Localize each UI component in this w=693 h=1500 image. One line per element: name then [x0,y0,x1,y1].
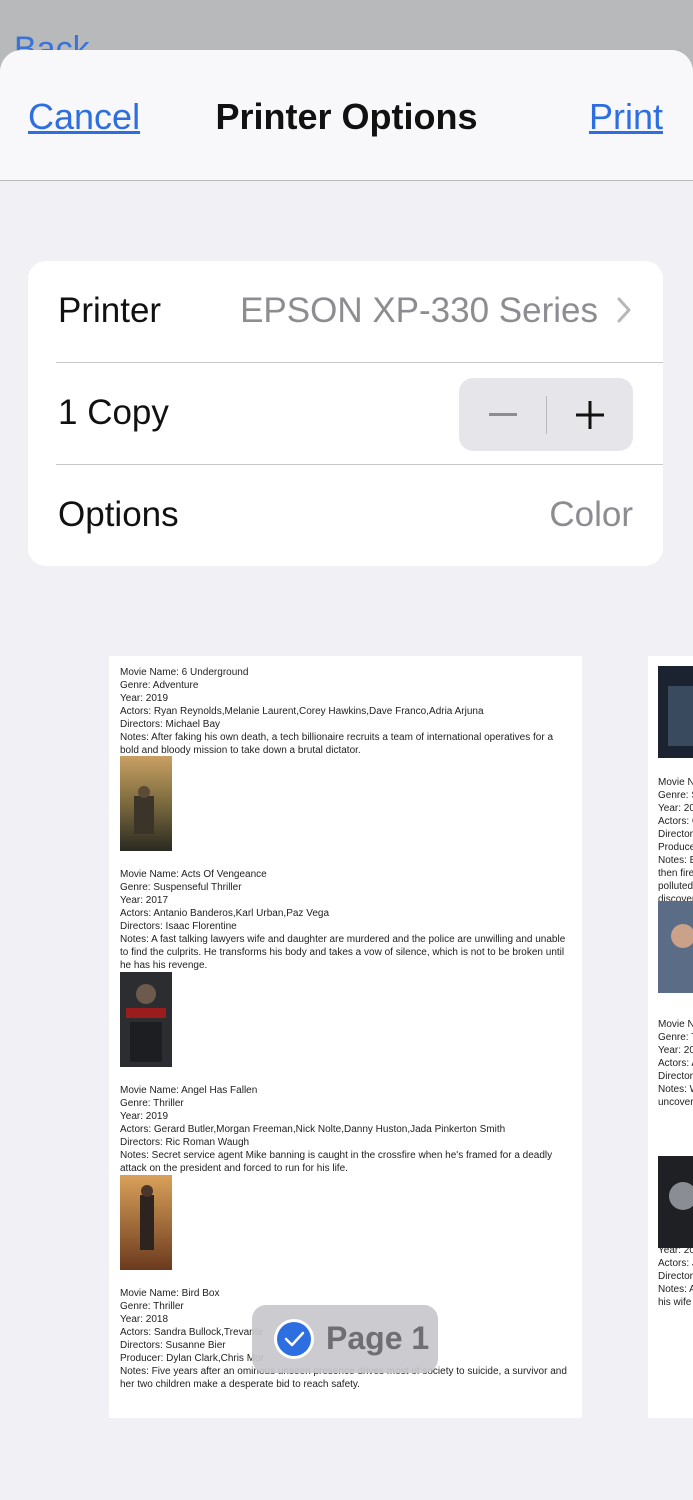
next-page-line: Notes: A [658,1284,693,1295]
copies-stepper [459,378,633,451]
movie-name: Movie Name: 6 Underground [120,667,249,678]
page-preview-1[interactable]: Movie Name: 6 Underground Genre: Adventu… [109,656,582,1418]
options-row[interactable]: Options Color [28,465,663,567]
movie-poster-image [658,666,693,758]
movie-poster-image [658,1156,693,1248]
movie-directors: Directors: Isaac Florentine [120,921,237,932]
next-page-line: then fire [658,868,693,879]
movie-year: Year: 2017 [120,895,169,906]
next-page-line: polluted, [658,881,693,892]
copies-row: 1 Copy [28,363,663,465]
printer-row[interactable]: Printer EPSON XP-330 Series [28,261,663,363]
movie-poster-image [658,901,693,993]
options-value: Color [549,495,633,534]
next-page-line: Directors [658,1071,693,1082]
next-page-line: Movie N [658,777,693,788]
movie-directors: Directors: Michael Bay [120,719,221,730]
copies-label: 1 Copy [58,393,169,432]
movie-actors: Actors: Antanio Banderos,Karl Urban,Paz … [120,908,330,919]
chevron-right-icon [617,297,631,323]
page-preview-2[interactable]: Movie N Genre: S Year: 20 Actors: C Director… [648,656,693,1418]
minus-icon [488,412,517,416]
next-page-line: Year: 20 [658,1045,693,1056]
movie-notes: Notes: Secret service agent Mike banning… [120,1150,553,1174]
movie-actors: Actors: Gerard Butler,Morgan Freeman,Nic… [120,1124,506,1135]
printer-value: EPSON XP-330 Series [240,291,598,330]
movie-entry: Movie Name: Angel Has Fallen Genre: Thri… [120,1084,570,1175]
movie-poster-image [120,756,172,851]
printer-options-sheet: Cancel Printer Options Print Printer EPS… [0,50,693,1500]
plus-icon [575,400,604,429]
page-badge[interactable]: Page 1 [252,1305,438,1373]
movie-genre: Genre: Thriller [120,1098,184,1109]
next-page-line: Year: 20 [658,803,693,814]
options-label: Options [58,495,179,534]
next-page-line: Notes: W [658,1084,693,1095]
movie-poster-image [120,1175,172,1270]
next-page-line: Actors: A [658,1058,693,1069]
next-page-line: Produce [658,842,693,853]
next-page-line: Notes: B [658,855,693,866]
movie-name: Movie Name: Angel Has Fallen [120,1085,258,1096]
decrement-button[interactable] [459,378,546,451]
movie-name: Movie Name: Acts Of Vengeance [120,869,267,880]
movie-notes: Notes: After faking his own death, a tec… [120,732,554,756]
next-page-line: Actors: C [658,816,693,827]
movie-actors: Actors: Ryan Reynolds,Melanie Laurent,Co… [120,706,484,717]
page-badge-label: Page 1 [326,1320,430,1356]
next-page-line: his wife [658,1297,692,1308]
movie-notes: Notes: A fast talking lawyers wife and d… [120,934,566,971]
next-page-line: Genre: S [658,790,693,801]
movie-year: Year: 2019 [120,693,169,704]
printer-label: Printer [58,291,162,330]
movie-genre: Genre: Suspenseful Thriller [120,882,242,893]
next-page-line: Actors: J [658,1258,693,1269]
movie-directors: Directors: Ric Roman Waugh [120,1137,250,1148]
movie-poster-image [120,972,172,1067]
movie-genre: Genre: Adventure [120,680,199,691]
movie-entry: Movie Name: Acts Of Vengeance Genre: Sus… [120,868,570,972]
next-page-line: Directors [658,1271,693,1282]
next-page-line: Movie N [658,1019,693,1030]
nav-bar: Cancel Printer Options Print [0,50,693,181]
movie-entry: Movie Name: 6 Underground Genre: Adventu… [120,666,570,757]
movie-year: Year: 2019 [120,1111,169,1122]
next-page-line: Directors [658,829,693,840]
settings-card: Printer EPSON XP-330 Series 1 Copy Optio… [28,261,663,566]
checkmark-circle-icon [274,1319,314,1359]
print-button[interactable]: Print [589,96,663,138]
increment-button[interactable] [546,378,633,451]
movie-name: Movie Name: Bird Box [120,1288,220,1299]
next-page-line: uncovers [658,1097,693,1108]
next-page-line: Genre: T [658,1032,693,1043]
